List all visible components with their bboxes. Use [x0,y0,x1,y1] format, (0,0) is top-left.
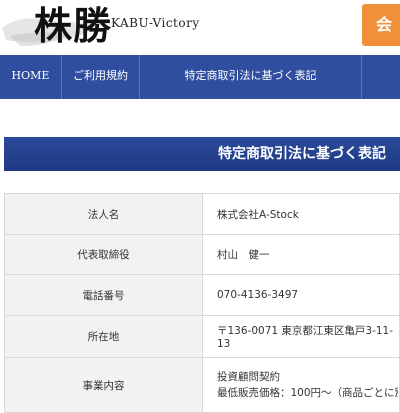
company-info-table: 法人名 株式会社A-Stock 代表取締役 村山 健一 電話番号 070-413… [4,193,400,413]
table-row: 事業内容 投資顧問契約 最低販売価格：100円～（商品ごとに別途記載 [4,357,400,413]
member-button[interactable]: 会 [362,4,400,46]
logo-kanji: 株勝 [34,3,113,48]
site-header: 株勝 KABU-Victory 会 [0,0,400,55]
row-label: 代表取締役 [4,234,203,275]
row-label: 所在地 [4,315,203,358]
main-nav: HOME ご利用規約 特定商取引法に基づく表記 [0,55,400,99]
row-label: 電話番号 [4,274,203,316]
row-label: 法人名 [4,193,203,235]
table-row: 代表取締役 村山 健一 [4,234,400,275]
row-value: 〒136-0071 東京都江東区亀戸3-11-13 [202,315,400,358]
logo-subtitle: KABU-Victory [111,16,200,30]
site-logo[interactable]: 株勝 KABU-Victory [0,0,200,55]
row-value-line: 最低販売価格：100円～（商品ごとに別途記載 [217,387,398,399]
nav-item-terms[interactable]: ご利用規約 [62,55,140,99]
page-title-bar: 特定商取引法に基づく表記 [4,137,400,171]
row-value: 070-4136-3497 [202,274,400,316]
row-label: 事業内容 [4,357,203,413]
table-row: 電話番号 070-4136-3497 [4,274,400,316]
row-value: 投資顧問契約 最低販売価格：100円～（商品ごとに別途記載 [202,357,400,413]
row-value: 株式会社A-Stock [202,193,400,235]
nav-item-home[interactable]: HOME [0,55,62,99]
nav-item-commercial-act[interactable]: 特定商取引法に基づく表記 [140,55,362,99]
row-value-line: 投資顧問契約 [217,371,280,383]
page-title: 特定商取引法に基づく表記 [218,146,386,162]
row-value: 村山 健一 [202,234,400,275]
table-row: 法人名 株式会社A-Stock [4,193,400,235]
table-row: 所在地 〒136-0071 東京都江東区亀戸3-11-13 [4,315,400,358]
